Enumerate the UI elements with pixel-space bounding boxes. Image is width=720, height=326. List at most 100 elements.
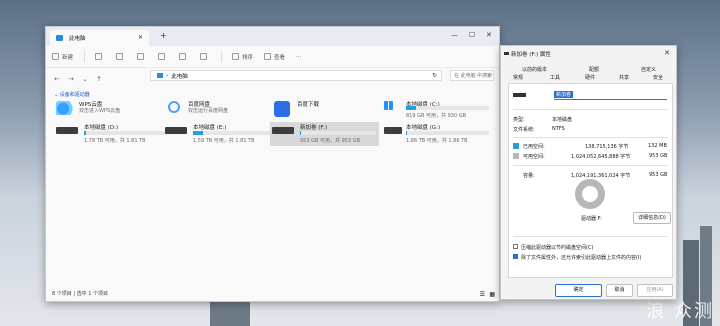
maximize-button[interactable]: ☐	[469, 31, 475, 39]
tab-bar: 此电脑 ✕ + — ☐ ✕	[46, 27, 499, 46]
new-button[interactable]: 新建	[52, 53, 73, 61]
drive-name: 本地磁盘 (E:)	[193, 125, 227, 131]
tab-title: 此电脑	[69, 36, 86, 42]
tab-this-pc[interactable]: 此电脑 ✕	[50, 30, 149, 46]
up-icon[interactable]: ↑	[94, 75, 104, 83]
divider	[84, 51, 86, 62]
tab-customize[interactable]: 自定义	[641, 66, 656, 73]
paste-icon	[137, 53, 145, 60]
free-space-swatch	[513, 153, 519, 159]
compress-checkbox[interactable]	[513, 244, 518, 249]
index-checkbox[interactable]	[513, 254, 518, 259]
used-space-size: 132 MB	[648, 143, 667, 149]
divider	[513, 137, 668, 138]
details-view-icon[interactable]: ☰	[480, 291, 485, 298]
divider	[513, 236, 668, 237]
used-space-bytes: 138,715,136 字节	[585, 144, 629, 150]
drive-item-e[interactable]: 本地磁盘 (E:) 1.59 TB 可用，共 1.81 TB	[163, 122, 276, 146]
ok-label: 确定	[573, 287, 584, 293]
computer-icon	[56, 35, 63, 41]
drive-usage-fill	[84, 131, 86, 135]
close-tab-icon[interactable]: ✕	[138, 34, 143, 41]
sort-button[interactable]: 排序	[232, 53, 253, 61]
close-button[interactable]: ✕	[664, 49, 670, 57]
tab-hardware[interactable]: 硬件	[585, 74, 595, 81]
details-label: 详细信息(D)	[638, 215, 666, 221]
drive-item-c[interactable]: 本地磁盘 (C:) 819 GB 可用，共 930 GB	[381, 99, 489, 121]
details-button[interactable]: 详细信息(D)	[633, 212, 671, 224]
paste-button[interactable]	[137, 53, 147, 60]
forward-icon[interactable]: →	[66, 75, 76, 83]
view-button[interactable]: 查看	[264, 53, 285, 61]
drive-usage-fill	[193, 131, 203, 135]
breadcrumb: 此电脑	[171, 73, 188, 80]
drive-usage-bar	[300, 131, 376, 135]
list-item[interactable]: 百度下载	[272, 99, 377, 123]
drive-usage-bar	[406, 106, 489, 110]
tab-tools[interactable]: 工具	[550, 74, 560, 81]
hard-drive-icon	[165, 127, 187, 134]
back-icon[interactable]: ←	[52, 75, 62, 83]
tab-security[interactable]: 安全	[653, 74, 663, 81]
list-item[interactable]: WPS云盘 双击进入WPS云盘	[54, 99, 159, 123]
close-button[interactable]: ✕	[486, 31, 492, 39]
more-button[interactable]: ···	[296, 54, 301, 60]
free-space-size: 953 GB	[649, 153, 668, 159]
cancel-button[interactable]: 取消	[606, 284, 633, 297]
minimize-button[interactable]: —	[451, 31, 458, 39]
item-name: 百度下载	[297, 102, 320, 108]
cut-button[interactable]	[95, 53, 105, 60]
item-subtitle: 双击运行百度网盘	[188, 108, 229, 114]
tab-general[interactable]: 常规	[513, 74, 523, 81]
compress-label: 压缩此驱动器以节约磁盘空间(C)	[521, 245, 594, 251]
tab-quota[interactable]: 配额	[589, 66, 599, 73]
sort-icon	[232, 53, 240, 60]
computer-icon	[157, 73, 163, 78]
divider	[513, 109, 668, 110]
apply-button[interactable]: 应用(A)	[637, 284, 673, 297]
new-tab-button[interactable]: +	[160, 31, 167, 40]
wps-cloud-icon	[56, 101, 74, 115]
tiles-view-icon[interactable]: ▦	[489, 291, 495, 298]
delete-button[interactable]	[200, 53, 210, 60]
used-space-label: 已用空间:	[523, 144, 545, 150]
cancel-label: 取消	[614, 287, 625, 293]
drive-item-d[interactable]: 本地磁盘 (D:) 1.78 TB 可用，共 1.81 TB	[54, 122, 167, 146]
properties-dialog: 新加卷 (F:) 属性 ✕ 以前的版本 配额 自定义 常规 工具 硬件 共享 安…	[500, 45, 677, 300]
drive-item-g[interactable]: 本地磁盘 (G:) 1.86 TB 可用，共 1.86 TB	[381, 122, 489, 146]
drive-item-f[interactable]: 新加卷 (F:) 953 GB 可用，共 953 GB	[270, 122, 379, 146]
share-icon	[179, 53, 187, 60]
share-button[interactable]	[179, 53, 189, 60]
breadcrumb-chevron-icon: ›	[166, 72, 169, 79]
filesystem-label: 文件系统:	[513, 127, 535, 133]
drive-name: 本地磁盘 (D:)	[84, 125, 119, 131]
divider	[221, 51, 223, 62]
divider	[513, 165, 668, 166]
search-input[interactable]: 在 此电脑 中搜索 ⌕	[450, 70, 494, 81]
drive-letter-label: 驱动器 F:	[581, 216, 602, 222]
refresh-icon[interactable]: ↻	[432, 73, 437, 79]
copy-button[interactable]	[116, 53, 126, 60]
drive-space: 1.59 TB 可用，共 1.81 TB	[193, 138, 255, 144]
hard-drive-icon	[272, 127, 294, 134]
rename-button[interactable]	[158, 53, 168, 60]
disk-usage-donut-chart	[575, 179, 605, 209]
background-building	[210, 300, 250, 326]
drive-usage-fill	[406, 131, 407, 135]
drive-space: 1.78 TB 可用，共 1.81 TB	[84, 138, 146, 144]
section-header[interactable]: ⌄ 设备和驱动器	[54, 91, 90, 98]
ok-button[interactable]: 确定	[555, 284, 602, 297]
new-label: 新建	[62, 54, 74, 61]
drive-space: 953 GB 可用，共 953 GB	[300, 138, 361, 144]
volume-name-input[interactable]: 新加卷	[554, 90, 667, 100]
apply-label: 应用(A)	[646, 287, 664, 293]
recent-chevron-icon[interactable]: ⌄	[80, 75, 90, 83]
baidu-download-icon	[274, 101, 290, 117]
hard-drive-icon	[384, 127, 402, 134]
list-item[interactable]: 百度网盘 双击运行百度网盘	[163, 99, 268, 123]
view-label: 查看	[274, 54, 286, 61]
tab-previous-versions[interactable]: 以前的版本	[522, 66, 547, 73]
selected-count: 选中 1 个项目	[76, 291, 109, 297]
tab-sharing[interactable]: 共享	[619, 74, 629, 81]
address-bar[interactable]: › 此电脑 ↻	[150, 70, 442, 81]
